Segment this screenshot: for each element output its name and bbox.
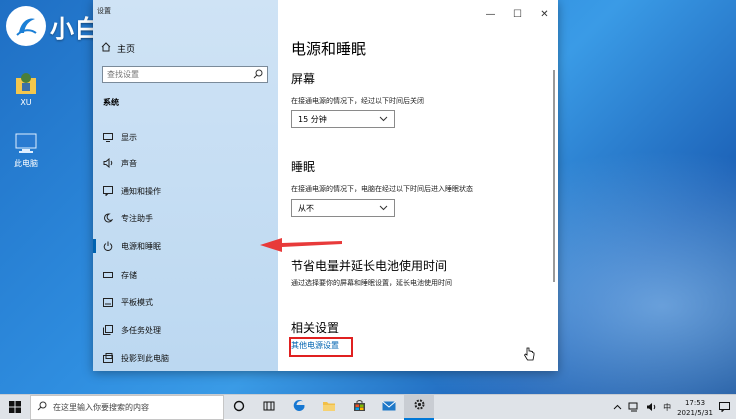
sidebar-item-focus-assist[interactable]: 专注助手 xyxy=(93,207,278,229)
system-tray: 中 17:53 2021/5/31 xyxy=(613,395,736,420)
sleep-timeout-dropdown[interactable]: 从不 xyxy=(291,199,395,217)
system-clock[interactable]: 17:53 2021/5/31 xyxy=(677,398,713,418)
storage-icon xyxy=(102,269,114,281)
maximize-button[interactable]: ☐ xyxy=(504,0,531,28)
annotation-highlight-box xyxy=(289,337,353,357)
battery-description: 通过选择要你的屏幕和睡眠设置，延长电池使用时间 xyxy=(291,279,452,287)
minimize-button[interactable]: — xyxy=(477,0,504,28)
sidebar: 设置 主页 系统 显示 声音 xyxy=(93,0,278,371)
sleep-description: 在接通电源的情况下，电脑在经过以下时间后进入睡眠状态 xyxy=(291,185,473,193)
related-settings-heading: 相关设置 xyxy=(291,321,340,335)
desktop-icon-label: 此电脑 xyxy=(14,159,38,168)
desktop: 小白系统 XU 此电脑 设置 xyxy=(0,0,736,394)
screen-description: 在接通电源的情况下，经过以下时间后关闭 xyxy=(291,97,424,105)
folder-icon xyxy=(322,400,336,415)
search-icon[interactable] xyxy=(253,69,263,82)
window-controls: — ☐ ✕ xyxy=(477,0,558,28)
project-icon xyxy=(102,352,114,364)
taskbar-file-explorer[interactable] xyxy=(314,395,344,420)
sidebar-item-label: 投影到此电脑 xyxy=(121,353,169,363)
computer-icon xyxy=(13,130,39,156)
screen-heading: 屏幕 xyxy=(291,72,316,86)
network-icon[interactable] xyxy=(628,402,640,414)
sidebar-item-label: 声音 xyxy=(121,158,137,168)
volume-icon[interactable] xyxy=(646,402,657,414)
sidebar-item-label: 专注助手 xyxy=(121,213,153,223)
task-view-button[interactable] xyxy=(254,395,284,420)
sidebar-item-label: 通知和操作 xyxy=(121,186,161,196)
cortana-button[interactable] xyxy=(224,395,254,420)
sidebar-item-sound[interactable]: 声音 xyxy=(93,152,278,174)
desktop-icon-this-pc[interactable]: 此电脑 xyxy=(1,130,51,169)
settings-search-box xyxy=(102,66,268,83)
settings-search-input[interactable] xyxy=(103,67,247,82)
taskbar-mail[interactable] xyxy=(374,395,404,420)
page-title: 电源和睡眠 xyxy=(291,40,367,58)
taskbar-edge[interactable] xyxy=(284,395,314,420)
user-folder-icon xyxy=(13,70,39,96)
settings-window: 设置 主页 系统 显示 声音 xyxy=(93,0,558,371)
task-view-icon xyxy=(263,400,275,415)
speaker-icon xyxy=(102,157,114,169)
home-icon xyxy=(101,42,111,55)
sidebar-item-power-sleep[interactable]: 电源和睡眠 xyxy=(93,235,278,257)
notification-icon xyxy=(102,185,114,197)
sidebar-item-notifications[interactable]: 通知和操作 xyxy=(93,180,278,202)
mouse-cursor-icon xyxy=(523,347,535,364)
sleep-heading: 睡眠 xyxy=(291,160,316,174)
sidebar-item-project[interactable]: 投影到此电脑 xyxy=(93,347,278,369)
clock-time: 17:53 xyxy=(684,398,706,407)
sidebar-item-label: 电源和睡眠 xyxy=(121,241,161,251)
desktop-icon-user[interactable]: XU xyxy=(1,70,51,107)
sidebar-item-storage[interactable]: 存储 xyxy=(93,264,278,286)
close-button[interactable]: ✕ xyxy=(531,0,558,28)
gear-icon xyxy=(413,398,426,414)
sidebar-item-tablet-mode[interactable]: 平板模式 xyxy=(93,291,278,313)
main-content: — ☐ ✕ 电源和睡眠 屏幕 在接通电源的情况下，经过以下时间后关闭 15 分钟… xyxy=(278,0,558,371)
taskbar-search-box[interactable]: 在这里输入你要搜索的内容 xyxy=(30,394,224,420)
monitor-icon xyxy=(102,131,114,143)
sidebar-item-label: 平板模式 xyxy=(121,297,153,307)
windows-logo-icon xyxy=(9,401,21,413)
tablet-icon xyxy=(102,296,114,308)
screen-timeout-dropdown[interactable]: 15 分钟 xyxy=(291,110,395,128)
sidebar-item-label: 存储 xyxy=(121,270,137,280)
taskbar-search-placeholder: 在这里输入你要搜索的内容 xyxy=(53,402,149,412)
battery-heading: 节省电量并延长电池使用时间 xyxy=(291,259,448,273)
power-icon xyxy=(102,240,114,252)
chevron-up-icon[interactable] xyxy=(613,403,622,412)
ime-indicator[interactable]: 中 xyxy=(663,402,671,413)
chevron-down-icon xyxy=(379,204,388,213)
search-icon xyxy=(37,401,47,413)
window-app-title: 设置 xyxy=(97,7,111,15)
cortana-circle-icon xyxy=(233,400,245,415)
start-button[interactable] xyxy=(0,395,30,420)
sidebar-item-label: 显示 xyxy=(121,132,137,142)
edge-icon xyxy=(293,399,306,415)
sidebar-item-label: 多任务处理 xyxy=(121,325,161,335)
moon-icon xyxy=(102,212,114,224)
content-scrollbar[interactable] xyxy=(553,70,555,282)
taskbar-store[interactable] xyxy=(344,395,374,420)
sidebar-section-label: 系统 xyxy=(103,98,119,107)
sleep-timeout-value: 从不 xyxy=(298,203,314,213)
clock-date: 2021/5/31 xyxy=(677,408,713,417)
annotation-arrow-icon xyxy=(258,233,348,258)
mail-icon xyxy=(382,400,396,414)
sidebar-item-multitasking[interactable]: 多任务处理 xyxy=(93,319,278,341)
multitask-icon xyxy=(102,324,114,336)
sidebar-item-home[interactable]: 主页 xyxy=(101,42,135,55)
action-center-icon[interactable] xyxy=(719,401,730,414)
store-bag-icon xyxy=(353,399,366,415)
logo-mark-icon xyxy=(6,6,46,46)
desktop-icon-label: XU xyxy=(20,98,32,107)
taskbar-settings[interactable] xyxy=(404,394,434,420)
taskbar: 在这里输入你要搜索的内容 中 17:53 2021/5/31 xyxy=(0,394,736,420)
sidebar-home-label: 主页 xyxy=(117,45,136,55)
screen-timeout-value: 15 分钟 xyxy=(298,114,327,124)
chevron-down-icon xyxy=(379,115,388,124)
sidebar-item-display[interactable]: 显示 xyxy=(93,126,278,148)
